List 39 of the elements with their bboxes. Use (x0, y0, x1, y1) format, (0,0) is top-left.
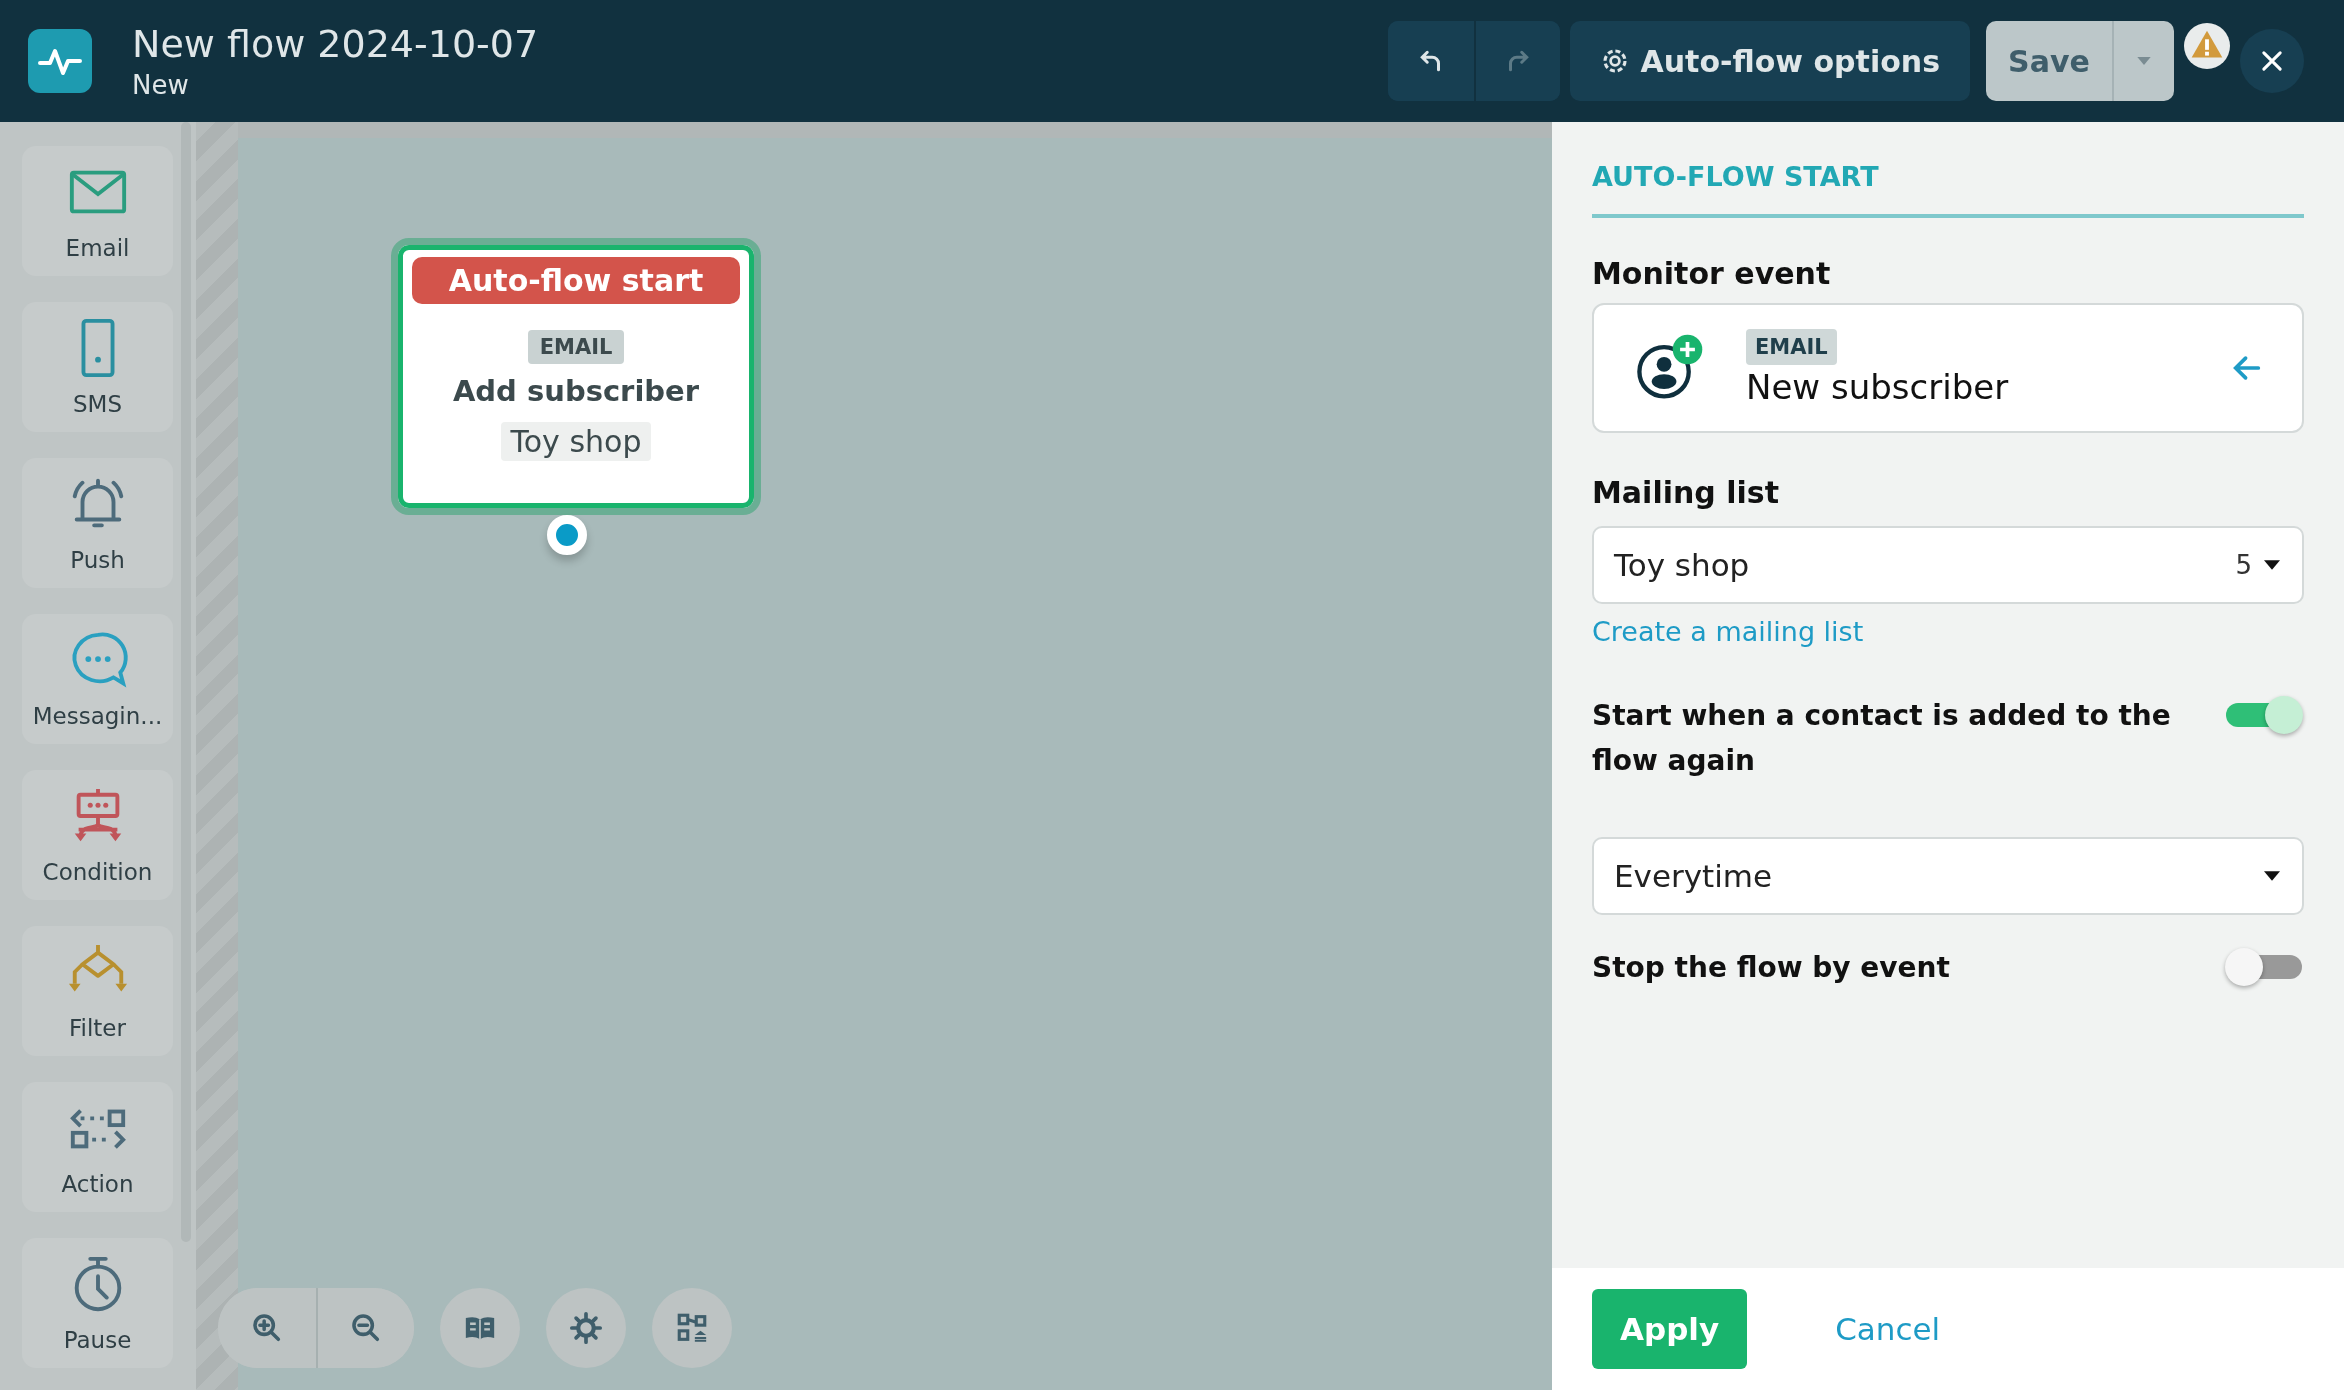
node-event: Add subscriber (452, 374, 700, 408)
node-tag: EMAIL (527, 330, 625, 364)
repeat-select[interactable]: Everytime (1592, 837, 2304, 915)
flow-node[interactable]: Auto-flow start EMAIL Add subscriber Toy shop (391, 238, 761, 515)
caret-icon (2264, 871, 2280, 881)
save-button[interactable]: Save (1986, 21, 2112, 101)
caret-icon (2264, 560, 2280, 570)
toggle-label: Stop the flow by event (1592, 950, 1951, 986)
caret-icon (2137, 57, 2151, 65)
output-port[interactable] (547, 515, 587, 555)
field-label: Mailing list (1592, 475, 1780, 510)
palette-item[interactable]: Filter (22, 926, 173, 1056)
palette-item[interactable]: Email (22, 146, 173, 276)
zoom-out-button[interactable] (316, 1288, 414, 1368)
palette-item[interactable]: Push (22, 458, 173, 588)
node-title: Auto-flow start (412, 257, 740, 304)
palette-item[interactable]: Pause (22, 1238, 173, 1368)
auto-flow-options-button[interactable]: Auto-flow options (1570, 21, 1970, 101)
pulse-logo-icon (28, 29, 92, 93)
field-label: Monitor event (1592, 256, 1832, 291)
palette-item[interactable]: Messagin... (22, 614, 173, 744)
palette-item[interactable]: Action (22, 1082, 173, 1212)
event-name: New subscriber (1746, 367, 2009, 407)
blocks-diagram-icon (675, 1311, 709, 1345)
flow-status: New (132, 70, 190, 100)
toggle-label: Start when a contact is added to the flow again (1592, 698, 2172, 779)
toggle-switch[interactable] (2224, 695, 2304, 735)
panel-heading: AUTO-FLOW START (1592, 161, 2304, 218)
flow-title: New flow 2024-10-07 (132, 22, 539, 66)
event-card[interactable]: EMAIL New subscriber (1592, 303, 2304, 433)
node-list: Toy shop (500, 422, 652, 461)
settings-icon (569, 1311, 603, 1345)
save-dropdown-button[interactable] (2112, 21, 2174, 101)
toggle-switch[interactable] (2224, 947, 2304, 987)
mailing-list-select[interactable]: Toy shop 5 (1592, 526, 2304, 604)
scrollbar[interactable] (181, 122, 191, 1242)
palette-item[interactable]: SMS (22, 302, 173, 432)
event-tag: EMAIL (1746, 329, 1837, 365)
palette-item[interactable]: Condition (22, 770, 173, 900)
